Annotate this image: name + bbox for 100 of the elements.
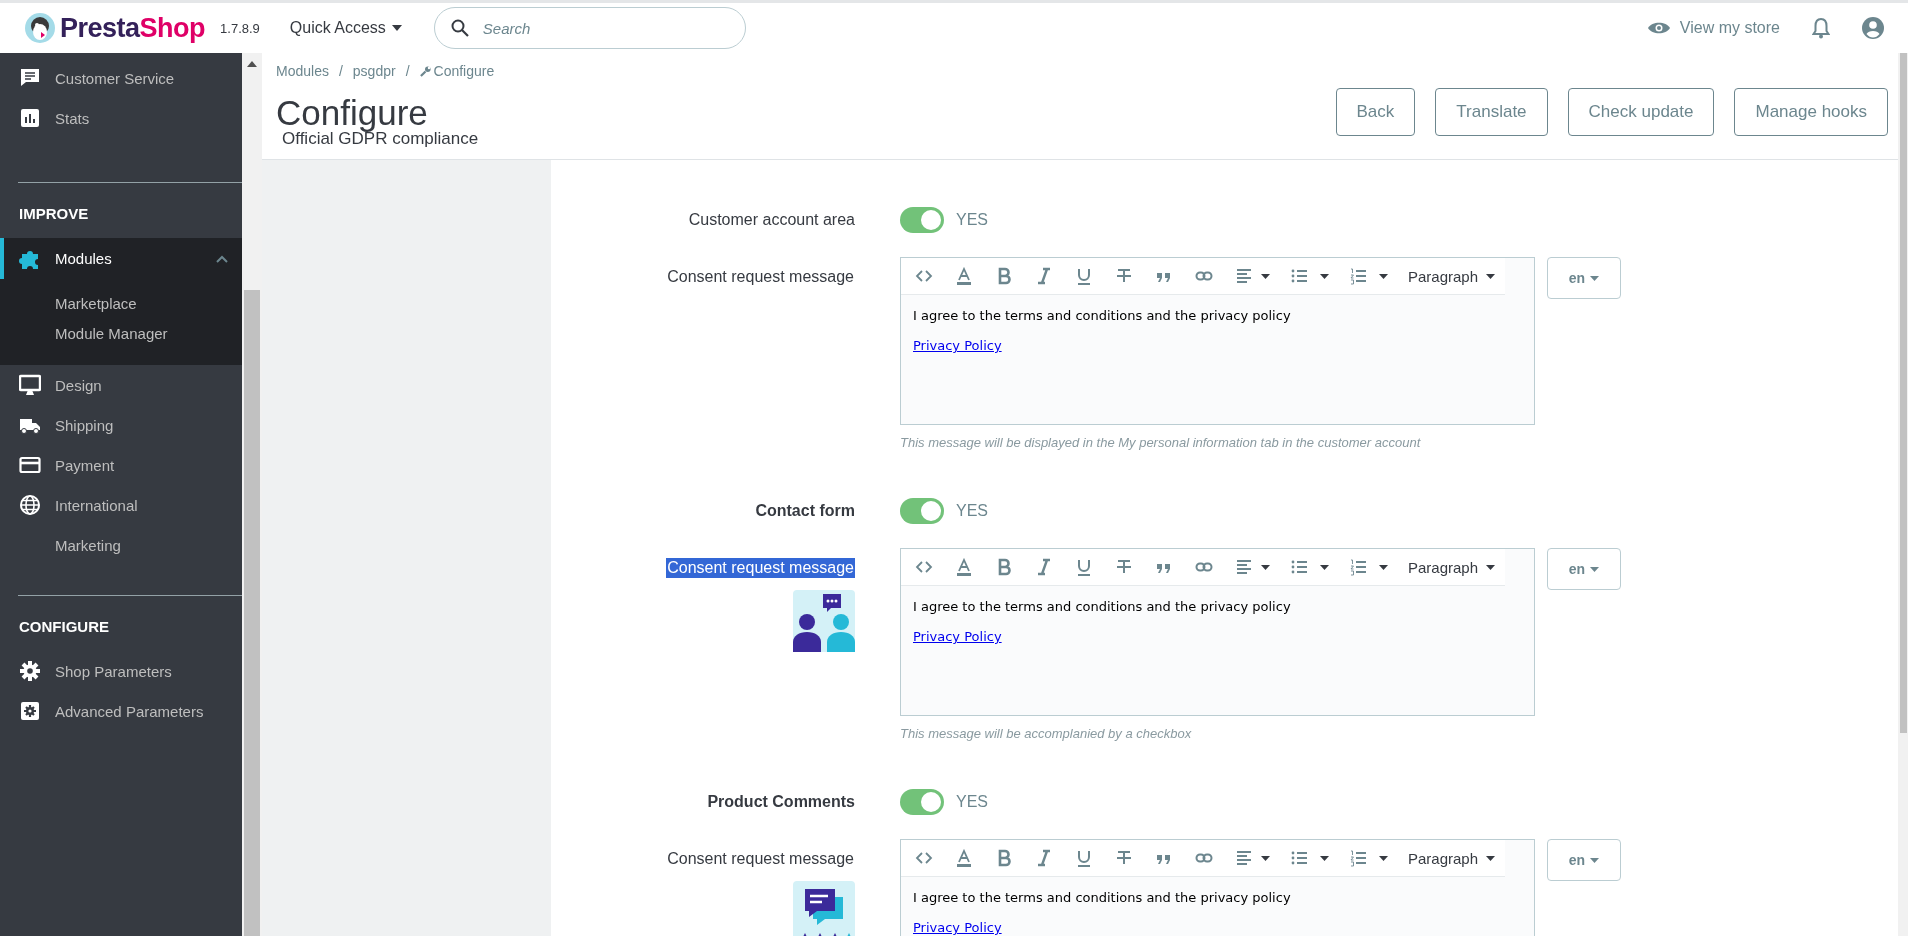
toggle-switch[interactable] xyxy=(900,207,944,233)
align-icon xyxy=(1235,558,1253,576)
version-label: 1.7.8.9 xyxy=(220,20,260,36)
submenu-item[interactable]: Module Manager xyxy=(0,319,242,349)
people-chat-icon xyxy=(793,590,855,652)
gear-box-icon xyxy=(19,700,41,722)
gear-icon xyxy=(19,660,41,682)
scrollbar-thumb[interactable] xyxy=(244,290,260,936)
search-icon xyxy=(450,19,469,37)
bullet-list-icon xyxy=(1290,558,1308,576)
caret-icon xyxy=(1378,855,1388,861)
strikethrough-icon xyxy=(1115,558,1133,576)
numbered-list-icon xyxy=(1348,267,1367,285)
scrollbar-thumb[interactable] xyxy=(1900,53,1907,733)
logo-text: PrestaShop xyxy=(60,12,206,44)
editor-text: I agree to the terms and conditions and the privacy policy xyxy=(913,598,1292,616)
caret-icon xyxy=(1378,564,1388,570)
bullet-list-icon xyxy=(1290,849,1308,867)
bullet-list-icon xyxy=(1290,267,1308,285)
toggle-label: YES xyxy=(956,502,988,520)
text-color-icon xyxy=(955,849,973,867)
breadcrumb-separator: / xyxy=(338,63,343,79)
numbered-list-icon xyxy=(1348,849,1367,867)
sidebar-item[interactable]: Customer Service xyxy=(0,58,242,98)
toolbar-button[interactable]: Manage hooks xyxy=(1734,88,1888,136)
strikethrough-icon xyxy=(1115,267,1133,285)
privacy-policy-link[interactable]: Privacy Policy xyxy=(913,920,1002,935)
rich-text-editor[interactable]: Paragraph I agree to the terms and conditions and the privacy policy Privacy Policy xyxy=(900,839,1535,936)
italic-icon xyxy=(1035,267,1053,285)
monitor-icon xyxy=(19,374,41,396)
italic-icon xyxy=(1035,558,1053,576)
search-field[interactable]: Search xyxy=(433,7,746,49)
language-dropdown[interactable]: en xyxy=(1547,839,1621,881)
align-icon xyxy=(1235,849,1253,867)
sidebar-item[interactable]: Design xyxy=(0,365,242,405)
field-label: Customer account area xyxy=(687,211,855,229)
help-text: This message will be accomplanied by a checkbox xyxy=(900,725,1193,742)
section-title: IMPROVE xyxy=(18,204,90,224)
caret-icon xyxy=(1590,566,1600,572)
caret-icon xyxy=(1486,273,1495,279)
language-dropdown[interactable]: en xyxy=(1547,257,1621,299)
toggle-switch[interactable] xyxy=(900,789,944,815)
bell-icon[interactable] xyxy=(1812,17,1830,39)
caret-icon xyxy=(1319,564,1329,570)
sidebar-item[interactable]: Marketing xyxy=(0,525,242,565)
submenu-item[interactable]: Marketplace xyxy=(0,289,242,319)
underline-icon xyxy=(1075,558,1093,576)
underline-icon xyxy=(1075,267,1093,285)
caret-icon xyxy=(1261,855,1270,861)
text-color-icon xyxy=(955,558,973,576)
field-label: Contact form xyxy=(754,502,855,520)
caret-icon xyxy=(1261,564,1270,570)
caret-icon xyxy=(1486,855,1495,861)
help-text: This message will be displayed in the My personal information tab in the customer account xyxy=(900,434,1422,451)
caret-icon xyxy=(1319,273,1329,279)
caret-icon xyxy=(1378,273,1388,279)
rich-text-editor[interactable]: Paragraph I agree to the terms and conditions and the privacy policy Privacy Policy xyxy=(900,548,1535,716)
caret-icon xyxy=(1319,855,1329,861)
sidebar-item[interactable]: Payment xyxy=(0,445,242,485)
toggle-switch[interactable] xyxy=(900,498,944,524)
sidebar-item[interactable]: Stats xyxy=(0,98,242,138)
sidebar-item[interactable]: Advanced Parameters xyxy=(0,691,242,731)
caret-icon xyxy=(1486,564,1495,570)
toggle-label: YES xyxy=(956,211,988,229)
breadcrumb-link[interactable]: psgdpr xyxy=(352,63,396,79)
user-icon[interactable] xyxy=(1862,17,1884,39)
field-label: Consent request message xyxy=(666,558,855,578)
strikethrough-icon xyxy=(1115,849,1133,867)
sidebar-item[interactable]: Shop Parameters xyxy=(0,651,242,691)
sidebar-item[interactable]: Shipping xyxy=(0,405,242,445)
field-label: Consent request message xyxy=(666,267,855,287)
format-dropdown[interactable]: Paragraph xyxy=(1397,558,1505,576)
align-icon xyxy=(1235,267,1253,285)
breadcrumb-link[interactable]: Modules xyxy=(276,63,329,79)
format-dropdown[interactable]: Paragraph xyxy=(1397,267,1505,285)
caret-icon xyxy=(1590,275,1600,281)
breadcrumb-link[interactable]: Configure xyxy=(419,63,495,79)
numbered-list-icon xyxy=(1348,558,1367,576)
editor-text: I agree to the terms and conditions and the privacy policy xyxy=(913,307,1292,325)
chat-icon xyxy=(19,67,41,89)
quick-access-menu[interactable]: Quick Access xyxy=(283,15,408,41)
sidebar-item[interactable]: International xyxy=(0,485,242,525)
privacy-policy-link[interactable]: Privacy Policy xyxy=(913,629,1002,644)
sidebar-item[interactable]: Modules xyxy=(0,238,242,279)
toolbar-button[interactable]: Translate xyxy=(1435,88,1548,136)
scroll-up-arrow-icon[interactable] xyxy=(247,61,257,67)
format-dropdown[interactable]: Paragraph xyxy=(1397,849,1505,867)
privacy-policy-link[interactable]: Privacy Policy xyxy=(913,338,1002,353)
globe-icon xyxy=(19,494,41,516)
toggle-label: YES xyxy=(956,793,988,811)
logo-icon xyxy=(24,12,56,44)
toolbar-button[interactable]: Check update xyxy=(1567,88,1715,136)
field-label: Product Comments xyxy=(706,793,855,811)
text-color-icon xyxy=(955,267,973,285)
rich-text-editor[interactable]: Paragraph I agree to the terms and conditions and the privacy policy Privacy Policy xyxy=(900,257,1535,425)
section-title: CONFIGURE xyxy=(18,617,110,637)
view-store-link[interactable]: View my store xyxy=(1647,19,1780,37)
toolbar-button[interactable]: Back xyxy=(1335,88,1416,136)
language-dropdown[interactable]: en xyxy=(1547,548,1621,590)
wrench-icon xyxy=(419,65,431,77)
